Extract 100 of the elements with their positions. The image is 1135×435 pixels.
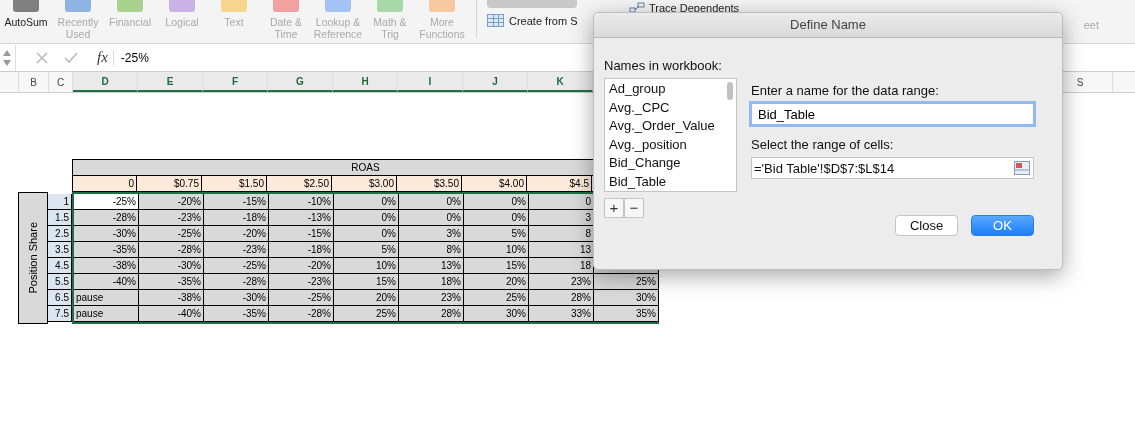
table-cell: 15% <box>464 258 529 274</box>
row-label-cell: 5.5 <box>48 274 72 290</box>
cancel-icon[interactable] <box>36 51 48 64</box>
row-label-cell: 3.5 <box>48 242 72 258</box>
table-cell: 20% <box>464 274 529 290</box>
table-cell: 10% <box>464 242 529 258</box>
table-cell: 0% <box>399 194 464 210</box>
table-cell: 8 <box>529 226 594 242</box>
table-cell: 13% <box>399 258 464 274</box>
table-cell: 13 <box>529 242 594 258</box>
table-cell: 28% <box>529 290 594 306</box>
table-cell: -18% <box>269 242 334 258</box>
table-cell: -30% <box>204 290 269 306</box>
table-cell: pause <box>74 306 139 322</box>
name-label: Enter a name for the data range: <box>751 83 940 99</box>
names-label: Names in workbook: <box>604 58 723 74</box>
table-cell: 5% <box>464 226 529 242</box>
table-cell: 8% <box>399 242 464 258</box>
table-cell: 0 <box>529 194 594 210</box>
table-cell: -35% <box>204 306 269 322</box>
table-cell: -10% <box>269 194 334 210</box>
table-cell: 3% <box>399 226 464 242</box>
names-list[interactable]: Ad_group Avg._CPC Avg._Order_Value Avg._position Bid_Change Bid_Table <box>604 78 737 192</box>
table-cell: -28% <box>74 210 139 226</box>
table-cell: -25% <box>74 194 139 210</box>
table-header-cell: $3.00 <box>332 176 397 192</box>
table-header-cell: 0 <box>72 176 137 192</box>
trace-arrows-icon <box>629 2 645 14</box>
column-header[interactable]: F <box>203 72 268 92</box>
column-header[interactable]: G <box>268 72 333 92</box>
table-cell: -25% <box>204 258 269 274</box>
create-from-selection-button[interactable]: Create from S <box>487 14 587 27</box>
remove-button[interactable]: − <box>624 198 644 218</box>
name-list-item[interactable]: Avg._position <box>609 135 736 154</box>
table-cell: 23% <box>399 290 464 306</box>
table-header-cell: $2.50 <box>267 176 332 192</box>
table-cell: -38% <box>139 290 204 306</box>
name-list-item[interactable]: Ad_group <box>609 80 736 99</box>
table-cell: -18% <box>204 210 269 226</box>
table-header-cell: $1.50 <box>202 176 267 192</box>
table-cell: -20% <box>269 258 334 274</box>
name-input-field[interactable]: Bid_Table <box>751 103 1034 125</box>
table-cell: 20% <box>334 290 399 306</box>
row-label-cell: 1.5 <box>48 210 72 226</box>
range-picker-icon[interactable] <box>1014 161 1030 175</box>
table-header-cell: $0.75 <box>137 176 202 192</box>
ribbon-button[interactable]: AutoSum <box>0 0 52 40</box>
add-button[interactable]: + <box>604 198 624 218</box>
name-list-item[interactable]: Avg._CPC <box>609 98 736 117</box>
table-cell: -30% <box>139 258 204 274</box>
column-header[interactable]: I <box>398 72 463 92</box>
table-cell: 15% <box>334 274 399 290</box>
table-cell: 28% <box>399 306 464 322</box>
table-cell: 5% <box>334 242 399 258</box>
table-cell: -40% <box>139 306 204 322</box>
table-cell: 0% <box>399 210 464 226</box>
table-cell: 25% <box>334 306 399 322</box>
table-cell: -30% <box>74 226 139 242</box>
table-cell: -28% <box>139 242 204 258</box>
table-cell: -23% <box>269 274 334 290</box>
table-cell: 25% <box>594 274 659 290</box>
table-cell: -38% <box>74 258 139 274</box>
name-list-item[interactable]: Bid_Change <box>609 154 736 173</box>
table-cell: 33% <box>529 306 594 322</box>
table-cell: 18 <box>529 258 594 274</box>
table-cell: -13% <box>269 210 334 226</box>
name-list-item[interactable]: Bid_Table <box>609 172 736 191</box>
table-header-cell: $3.50 <box>397 176 462 192</box>
table-cell: -20% <box>139 194 204 210</box>
column-header[interactable]: H <box>333 72 398 92</box>
table-cell: -15% <box>269 226 334 242</box>
table-cell: -40% <box>74 274 139 290</box>
name-list-item[interactable]: Avg._Order_Value <box>609 117 736 136</box>
table-cell: 30% <box>594 290 659 306</box>
table-cell: -15% <box>204 194 269 210</box>
dialog-button[interactable]: Close <box>895 215 958 236</box>
table-cell: 35% <box>594 306 659 322</box>
table-cell: -20% <box>204 226 269 242</box>
table-header-cell: $4.00 <box>462 176 527 192</box>
table-cell: -23% <box>139 210 204 226</box>
column-header[interactable]: E <box>138 72 203 92</box>
table-cell: 10% <box>334 258 399 274</box>
table-cell: -35% <box>139 274 204 290</box>
range-input-field[interactable]: ='Bid Table'!$D$7:$L$14 <box>751 157 1034 179</box>
scrollbar-thumb[interactable] <box>727 82 733 100</box>
column-header[interactable]: D <box>73 72 138 92</box>
table-cell: 30% <box>464 306 529 322</box>
table-cell: -28% <box>204 274 269 290</box>
check-icon[interactable] <box>64 51 78 64</box>
trace-dependents-button[interactable]: Trace Dependents <box>629 2 740 14</box>
range-label: Select the range of cells: <box>751 137 895 153</box>
column-header[interactable]: B <box>19 72 49 92</box>
function-button[interactable]: fx <box>97 49 108 66</box>
table-cell: -35% <box>74 242 139 258</box>
table-cell: 0% <box>464 210 529 226</box>
column-header[interactable]: K <box>528 72 593 92</box>
formula-input[interactable]: -25% <box>120 50 149 65</box>
table-cell: 23% <box>529 274 594 290</box>
table-cell: -25% <box>269 290 334 306</box>
column-header[interactable]: J <box>463 72 528 92</box>
